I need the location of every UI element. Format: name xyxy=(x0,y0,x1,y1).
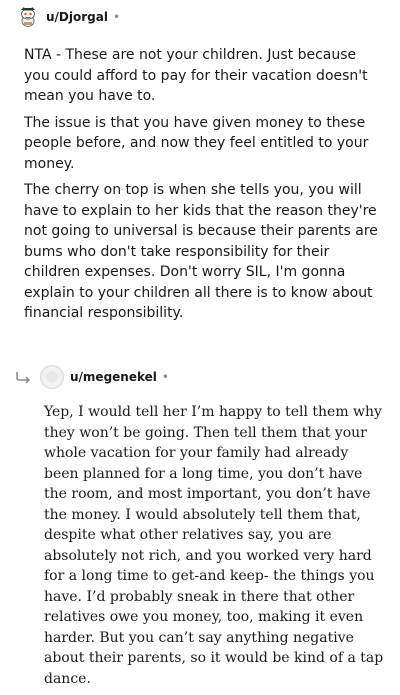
comment-body: Yep, I would tell her I’m happy to tell … xyxy=(44,402,384,689)
comment-header: u/Djorgal • xyxy=(0,0,400,34)
reply-arrow-icon xyxy=(14,367,34,387)
comment-header: u/megenekel • xyxy=(0,360,400,394)
comment-body: NTA - These are not your children. Just … xyxy=(24,45,384,330)
default-avatar-icon[interactable] xyxy=(40,365,64,389)
comment-paragraph: The cherry on top is when she tells you,… xyxy=(24,182,378,321)
comment-paragraph: NTA - These are not your children. Just … xyxy=(24,47,368,104)
separator-dot: • xyxy=(112,10,121,24)
comment-username[interactable]: u/megenekel xyxy=(70,370,157,384)
comment: u/Djorgal • NTA - These are not your chi… xyxy=(0,0,400,321)
comment-paragraph: Yep, I would tell her I’m happy to tell … xyxy=(44,404,384,687)
reply-comment: u/megenekel • Yep, I would tell her I’m … xyxy=(0,360,400,687)
snoo-avatar-icon[interactable] xyxy=(16,5,40,29)
comment-username[interactable]: u/Djorgal xyxy=(46,10,108,24)
comment-paragraph: The issue is that you have given money t… xyxy=(24,114,369,172)
separator-dot: • xyxy=(161,370,169,384)
